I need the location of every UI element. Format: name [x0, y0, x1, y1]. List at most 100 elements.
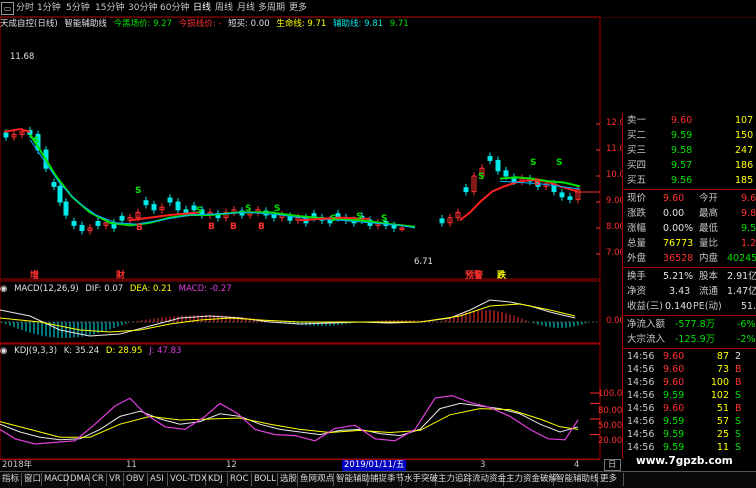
cai-marker: 财 [116, 271, 126, 281]
macd-name[interactable]: MACD(12,26,9) [14, 284, 79, 294]
indicator-tab-14[interactable]: 智能辅助 [334, 473, 370, 486]
high-price-label: 11.68 [10, 52, 35, 62]
indicator-tab-19[interactable]: 主力资金破解 [504, 473, 557, 486]
separator [623, 267, 756, 268]
kdj-d-line [0, 408, 579, 438]
sell-signal-marker: S [245, 204, 252, 214]
low-price-label: 6.71 [414, 257, 433, 267]
tick-volume: 57 [716, 416, 729, 427]
tick-price: 9.59 [663, 429, 685, 440]
kdj-axis-50: 50.00 [598, 421, 623, 431]
indicator-tab-20[interactable]: 智能辅助线 [554, 473, 599, 486]
tick-direction: 2 [735, 351, 742, 362]
tick-time: 14:56 [627, 351, 655, 362]
candle-body [567, 196, 573, 200]
date-label: 2018年 [2, 460, 33, 470]
tick-time: 14:56 [627, 403, 655, 414]
buy-signal-marker: B [230, 222, 237, 232]
tick-time: 14:56 [627, 377, 655, 388]
tick-price: 9.59 [663, 390, 685, 401]
candle-body [51, 182, 57, 187]
indicator-tab-2[interactable]: MACD [42, 473, 69, 486]
kdj-circle-icon[interactable]: ◉ [0, 346, 7, 356]
indicator-tab-18[interactable]: 流动资金 [470, 473, 506, 486]
kdj-pane-border [0, 343, 601, 459]
indicator-tab-4[interactable]: CR [90, 473, 107, 486]
tick-price: 9.60 [663, 377, 685, 388]
bid-row-3[interactable]: 买三 9.58 247 [623, 143, 756, 158]
period-indicator[interactable]: 日 [604, 459, 621, 471]
sell-signal-marker: S [196, 206, 203, 216]
stat-row-volume: 总量76773量比1.24 [627, 238, 756, 249]
chart-canvas[interactable] [0, 0, 622, 459]
indicator-tab-11[interactable]: BOLL [252, 473, 278, 486]
separator [623, 315, 756, 316]
indicator-tab-5[interactable]: VR [107, 473, 124, 486]
indicator-tab-21[interactable]: 更多 [598, 473, 624, 486]
indicator-tab-6[interactable]: OBV [124, 473, 148, 486]
tick-time: 14:56 [627, 442, 655, 453]
warn-marker: 预警 [465, 271, 484, 281]
tick-row: 14:56 9.60 87 2 [623, 350, 756, 363]
candle-body [503, 170, 509, 177]
flow-row-block: 大宗流入 -125.9万 -2% [627, 334, 756, 345]
bid-row-4[interactable]: 买四 9.57 186 [623, 158, 756, 173]
indicator-tab-1[interactable]: 窗口 [22, 473, 42, 486]
macd-legend: ◉ MACD(12,26,9) DIF: 0.07 DEA: 0.21 MACD… [0, 284, 236, 295]
sell-signal-marker: S [274, 204, 281, 214]
candle-body [95, 221, 101, 226]
indicator-tab-0[interactable]: 指标 [0, 473, 22, 486]
date-cursor-label: 2019/01/11/五 [342, 460, 407, 471]
tick-row: 14:56 9.60 51 B [623, 402, 756, 415]
indicator-tab-9[interactable]: KDJ [206, 473, 228, 486]
tick-time: 14:56 [627, 416, 655, 427]
sell-signal-marker: S [356, 212, 363, 222]
macd-dea: DEA: 0.21 [129, 284, 172, 294]
chart-grid [0, 16, 601, 459]
tick-time: 14:56 [627, 429, 655, 440]
macd-value: MACD: -0.27 [178, 284, 232, 294]
candlestick-series [3, 126, 581, 235]
bid-row-2[interactable]: 买二 9.59 150 [623, 128, 756, 143]
indicator-tab-12[interactable]: 选股 [278, 473, 298, 486]
stat-row-change: 涨跌 0.00 最高 9.8 [627, 208, 756, 219]
indicator-tab-15[interactable]: 捕捉季节 [368, 473, 404, 486]
kdj-name[interactable]: KDJ(9,3,3) [14, 346, 57, 356]
indicator-tab-3[interactable]: DMA [68, 473, 90, 486]
indicator-tab-10[interactable]: ROC [228, 473, 252, 486]
tick-volume: 87 [716, 351, 729, 362]
macd-circle-icon[interactable]: ◉ [0, 284, 7, 294]
tick-row: 14:56 9.59 25 S [623, 428, 756, 441]
candle-body [151, 204, 157, 211]
candle-body [559, 192, 565, 198]
separator [623, 348, 756, 349]
indicator-tab-16[interactable]: 水手突破 [402, 473, 438, 486]
indicator-tab-7[interactable]: ASI [148, 473, 168, 486]
tick-row: 14:56 9.59 11 S [623, 441, 756, 454]
candle-body [63, 201, 69, 216]
candle-body [167, 197, 173, 203]
quote-panel: 卖一 9.60 107 买二 9.59 150 买三 9.58 247 买四 9.57 186 … [622, 113, 756, 459]
indicator-tabs: 指标 窗口 MACD DMA CR VR OBV ASI VOL-TDX KDJ ROC BOLL 选股… [0, 471, 756, 488]
add-marker: 增 [30, 271, 40, 281]
main-pane-border [0, 16, 601, 280]
indicator-tab-13[interactable]: 鱼网观点 [298, 473, 334, 486]
date-axis: 2018年 11 12 2019/01/11/五 3 4 [0, 459, 600, 471]
flow-row-net: 净流入额 -577.8万 -6% [627, 319, 756, 330]
bid-row-5[interactable]: 买五 9.56 185 [623, 173, 756, 188]
buy-line [3, 128, 31, 133]
tick-direction: B [735, 377, 742, 388]
kdj-axis-80: 80.00 [598, 406, 623, 416]
date-label: 11 [126, 460, 137, 470]
indicator-tab-17[interactable]: 主力追踪 [436, 473, 472, 486]
kdj-j: J: 47.83 [149, 346, 182, 356]
bid-row-1[interactable]: 卖一 9.60 107 [623, 113, 756, 128]
date-label: 12 [226, 460, 237, 470]
candle-body [463, 187, 469, 193]
date-label: 4 [574, 460, 580, 470]
macd-pane [0, 299, 600, 338]
tick-volume: 102 [710, 390, 729, 401]
indicator-tab-8[interactable]: VOL-TDX [168, 473, 207, 486]
tick-direction: B [735, 364, 742, 375]
sell-signal-marker: S [478, 172, 485, 182]
